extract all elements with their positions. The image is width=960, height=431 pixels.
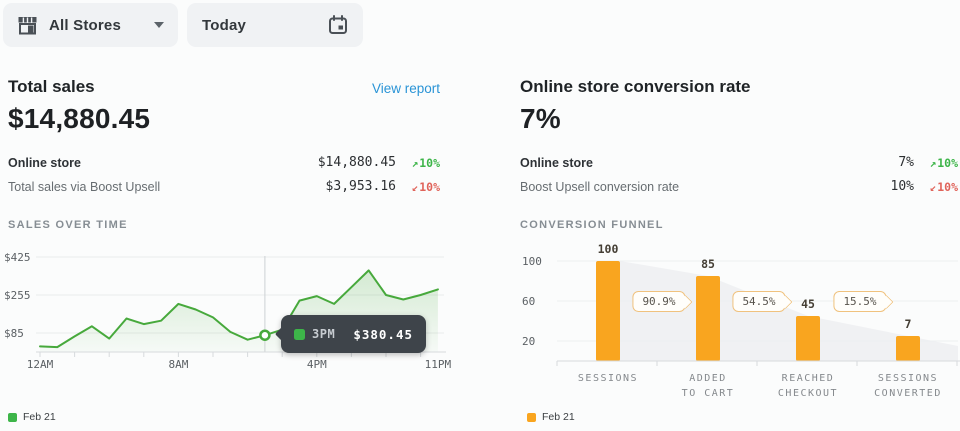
x-axis-tick-label: 12AM xyxy=(27,358,54,371)
store-filter-label: All Stores xyxy=(49,17,121,34)
metric-row-boost-upsell: Total sales via Boost Upsell $3,953.16 ↙… xyxy=(8,176,440,200)
metric-value: 10% xyxy=(891,179,914,194)
x-axis-tick-label: 8AM xyxy=(168,358,188,371)
y-axis-tick-label: $85 xyxy=(4,327,24,340)
metric-delta-up: ↗10% xyxy=(930,156,958,170)
arrow-up-icon: ↗ xyxy=(412,157,419,170)
funnel-chart-legend: Feb 21 xyxy=(527,411,575,423)
conversion-badge-1: 90.9% xyxy=(632,291,685,312)
total-sales-value: $14,880.45 xyxy=(8,103,150,135)
x-axis-tick-label: 11PM xyxy=(425,358,452,371)
category-label: REACHED xyxy=(782,373,835,384)
metric-value: 7% xyxy=(898,155,914,170)
conversion-metric-rows: Online store 7% ↗10% Boost Upsell conver… xyxy=(520,152,958,200)
conversion-badge-3: 15.5% xyxy=(833,291,886,312)
x-axis-tick-label: 4PM xyxy=(307,358,327,371)
metric-delta-down: ↙10% xyxy=(412,180,440,194)
calendar-icon xyxy=(328,15,348,35)
legend-swatch-feb21 xyxy=(8,413,17,422)
metric-row-online-store: Online store 7% ↗10% xyxy=(520,152,958,176)
funnel-bar-3 xyxy=(796,316,820,361)
funnel-bar-1 xyxy=(596,261,620,361)
metric-row-online-store: Online store $14,880.45 ↗10% xyxy=(8,152,440,176)
metric-label: Total sales via Boost Upsell xyxy=(8,180,160,194)
y-axis-tick-label: 20 xyxy=(522,335,535,348)
tooltip-value: $380.45 xyxy=(353,327,413,342)
y-axis-tick-label: 60 xyxy=(522,295,535,308)
category-label: TO CART xyxy=(682,388,735,399)
category-label: SESSIONS xyxy=(578,373,638,384)
metric-value: $3,953.16 xyxy=(326,179,396,194)
y-axis-tick-label: $255 xyxy=(4,289,31,302)
chevron-down-icon xyxy=(154,22,164,28)
conversion-badge-2: 54.5% xyxy=(732,291,785,312)
metric-label: Boost Upsell conversion rate xyxy=(520,180,679,194)
funnel-bar-4 xyxy=(896,336,920,361)
legend-label: Feb 21 xyxy=(23,411,56,423)
sales-over-time-heading: SALES OVER TIME xyxy=(8,219,128,231)
metric-row-boost-upsell-rate: Boost Upsell conversion rate 10% ↙10% xyxy=(520,176,958,200)
store-icon xyxy=(17,16,38,35)
total-sales-title: Total sales xyxy=(8,77,95,97)
hover-point-marker xyxy=(260,331,269,340)
bar-value-label: 7 xyxy=(905,317,912,331)
metric-label: Online store xyxy=(8,156,81,170)
metric-label: Online store xyxy=(520,156,593,170)
date-filter-label: Today xyxy=(202,17,246,34)
category-label: ADDED xyxy=(689,373,727,384)
metric-value: $14,880.45 xyxy=(318,155,396,170)
view-report-link[interactable]: View report xyxy=(354,81,440,96)
conversion-rate-title: Online store conversion rate xyxy=(520,77,751,97)
metric-delta-down: ↙10% xyxy=(930,180,958,194)
legend-swatch-feb21 xyxy=(527,413,536,422)
analytics-dashboard: All Stores Today Total sales View report… xyxy=(0,0,960,431)
tooltip-time: 3PM xyxy=(312,327,335,341)
date-filter-button[interactable]: Today xyxy=(187,3,363,47)
bar-value-label: 100 xyxy=(598,242,619,256)
sales-line-chart[interactable]: $85 $255 $425 12AM 8AM 4PM 11PM xyxy=(0,240,460,385)
arrow-up-icon: ↗ xyxy=(930,157,937,170)
category-label: CHECKOUT xyxy=(778,388,838,399)
category-label: CONVERTED xyxy=(874,388,942,399)
sales-metric-rows: Online store $14,880.45 ↗10% Total sales… xyxy=(8,152,440,200)
sales-chart-legend: Feb 21 xyxy=(8,411,56,423)
series-swatch xyxy=(294,329,305,340)
bar-value-label: 85 xyxy=(701,257,715,271)
conversion-rate-value: 7% xyxy=(520,103,561,135)
conversion-funnel-chart[interactable]: 20 60 100 100 85 45 7 SESSIONS ADDED TO CART REACH… xyxy=(520,240,960,410)
store-filter-button[interactable]: All Stores xyxy=(3,3,178,47)
chart-tooltip: 3PM $380.45 xyxy=(281,315,426,353)
funnel-bar-2 xyxy=(696,276,720,361)
y-axis-tick-label: 100 xyxy=(522,255,542,268)
arrow-down-icon: ↙ xyxy=(412,181,419,194)
conversion-funnel-heading: CONVERSION FUNNEL xyxy=(520,219,664,231)
category-label: SESSIONS xyxy=(878,373,938,384)
metric-delta-up: ↗10% xyxy=(412,156,440,170)
bar-value-label: 45 xyxy=(801,297,815,311)
legend-label: Feb 21 xyxy=(542,411,575,423)
arrow-down-icon: ↙ xyxy=(930,181,937,194)
y-axis-tick-label: $425 xyxy=(4,251,31,264)
